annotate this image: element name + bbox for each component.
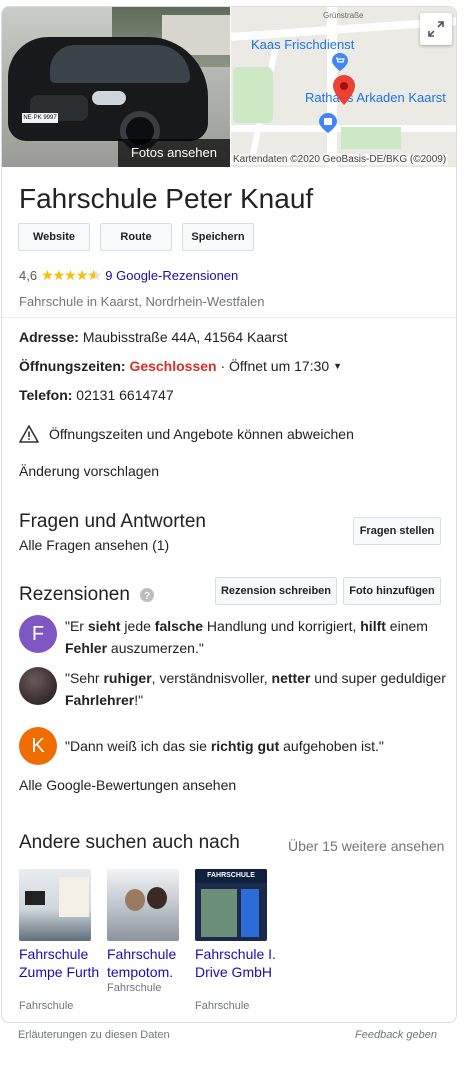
license-plate: NE·PK 9997	[22, 113, 58, 123]
data-explanation-link[interactable]: Erläuterungen zu diesen Daten	[18, 1029, 170, 1041]
website-button[interactable]: Website	[18, 223, 90, 251]
avatar	[19, 667, 57, 705]
related-thumbnail[interactable]	[19, 869, 91, 941]
monitor-image	[25, 891, 45, 905]
all-reviews-link[interactable]: Alle Google-Bewertungen ansehen	[19, 777, 236, 793]
map-attribution: Kartendaten ©2020 GeoBasis-DE/BKG (©2009…	[231, 154, 449, 165]
map-pin-icon[interactable]	[333, 75, 355, 105]
hours-label: Öffnungszeiten:	[19, 358, 126, 374]
knowledge-panel: NE·PK 9997 Fotos ansehen Grünstraße Kaas…	[1, 6, 457, 1023]
review-snippet: "Sehr ruhiger, verständnisvoller, netter…	[65, 670, 446, 708]
hero: NE·PK 9997 Fotos ansehen Grünstraße Kaas…	[2, 7, 456, 167]
person-image	[147, 887, 167, 909]
related-category: Fahrschule	[107, 982, 162, 994]
related-category: Fahrschule	[195, 1000, 250, 1012]
also-search-title: Andere suchen auch nach	[19, 832, 240, 853]
expand-icon	[428, 21, 444, 37]
rating-value: 4,6	[19, 268, 38, 283]
suggest-edit-link[interactable]: Änderung vorschlagen	[19, 463, 159, 479]
review-snippet: "Dann weiß ich das sie richtig gut aufge…	[65, 738, 384, 754]
review-item: F "Er sieht jede falsche Handlung und ko…	[19, 615, 449, 659]
sign-text: FAHRSCHULE	[195, 869, 267, 883]
expand-map-button[interactable]	[420, 13, 452, 45]
related-category: Fahrschule	[19, 1000, 74, 1012]
reviews-link[interactable]: 9 Google-Rezensionen	[105, 268, 238, 283]
photos-button[interactable]: Fotos ansehen	[118, 139, 230, 167]
route-button[interactable]: Route	[100, 223, 172, 251]
reviews-header: Rezensionen ?	[19, 584, 154, 606]
related-thumbnail[interactable]: FAHRSCHULE	[195, 869, 267, 941]
address-value[interactable]: Maubisstraße 44A, 41564 Kaarst	[83, 329, 288, 345]
review-snippet: "Er sieht jede falsche Handlung und korr…	[65, 618, 428, 656]
map-street-label: Grünstraße	[323, 11, 364, 20]
warning-icon	[19, 425, 39, 443]
related-name[interactable]: Fahrschule tempotom.	[107, 945, 191, 981]
banner-image	[241, 889, 259, 937]
business-name: Fahrschule Peter Knauf	[19, 183, 314, 214]
map-park	[341, 127, 401, 149]
map-poi-label[interactable]: Kaas Frischdienst	[251, 37, 354, 52]
warning-text: Öffnungszeiten und Angebote können abwei…	[49, 426, 354, 442]
feedback-link[interactable]: Feedback geben	[355, 1029, 437, 1041]
map-park	[233, 67, 273, 123]
avatar: K	[19, 727, 57, 765]
related-name[interactable]: Fahrschule Zumpe Furth	[19, 945, 103, 981]
avatar: F	[19, 615, 57, 653]
door-image	[201, 889, 237, 937]
review-item: "Sehr ruhiger, verständnisvoller, netter…	[19, 667, 449, 711]
address-label: Adresse:	[19, 329, 79, 345]
chevron-down-icon[interactable]: ▼	[333, 361, 342, 371]
add-photo-button[interactable]: Foto hinzufügen	[343, 577, 441, 605]
shopping-bag-icon	[319, 113, 337, 133]
person-image	[125, 889, 145, 911]
divider	[2, 317, 456, 318]
map-poi-label[interactable]: Rathaus Arkaden Kaarst	[305, 90, 446, 105]
hours-status: Geschlossen	[129, 358, 217, 374]
car-headlight	[92, 91, 126, 105]
warning-row: Öffnungszeiten und Angebote können abwei…	[19, 425, 354, 443]
phone-value[interactable]: 02131 6614747	[76, 387, 173, 403]
phone-row: Telefon: 02131 6614747	[19, 387, 174, 403]
review-item: K "Dann weiß ich das sie richtig gut auf…	[19, 727, 449, 765]
hours-row[interactable]: Öffnungszeiten: Geschlossen · Öffnet um …	[19, 358, 342, 374]
all-questions-link[interactable]: Alle Fragen ansehen (1)	[19, 537, 169, 553]
shopping-cart-icon	[332, 53, 348, 71]
qa-title: Fragen und Antworten	[19, 511, 206, 532]
write-review-button[interactable]: Rezension schreiben	[215, 577, 337, 605]
svg-text:?: ?	[144, 591, 150, 602]
related-thumbnail[interactable]	[107, 869, 179, 941]
more-results-link[interactable]: Über 15 weitere ansehen	[288, 838, 444, 854]
car-window	[50, 45, 190, 83]
business-category: Fahrschule in Kaarst, Nordrhein-Westfale…	[19, 294, 265, 309]
save-button[interactable]: Speichern	[182, 223, 254, 251]
reviews-title: Rezensionen	[19, 584, 130, 605]
phone-label: Telefon:	[19, 387, 73, 403]
related-name[interactable]: Fahrschule I. Drive GmbH	[195, 945, 279, 981]
business-photo[interactable]: NE·PK 9997 Fotos ansehen	[2, 7, 230, 167]
address-row: Adresse: Maubisstraße 44A, 41564 Kaarst	[19, 329, 287, 345]
help-icon[interactable]: ?	[139, 588, 154, 602]
star-rating-icon: ★★★★★★	[41, 267, 101, 283]
hours-next: · Öffnet um 17:30	[216, 358, 330, 374]
map[interactable]: Grünstraße Kaas Frischdienst Rathaus Ark…	[231, 7, 456, 167]
ask-question-button[interactable]: Fragen stellen	[353, 517, 441, 545]
building-image	[59, 877, 89, 917]
rating-row: 4,6 ★★★★★★ 9 Google-Rezensionen	[19, 267, 238, 284]
